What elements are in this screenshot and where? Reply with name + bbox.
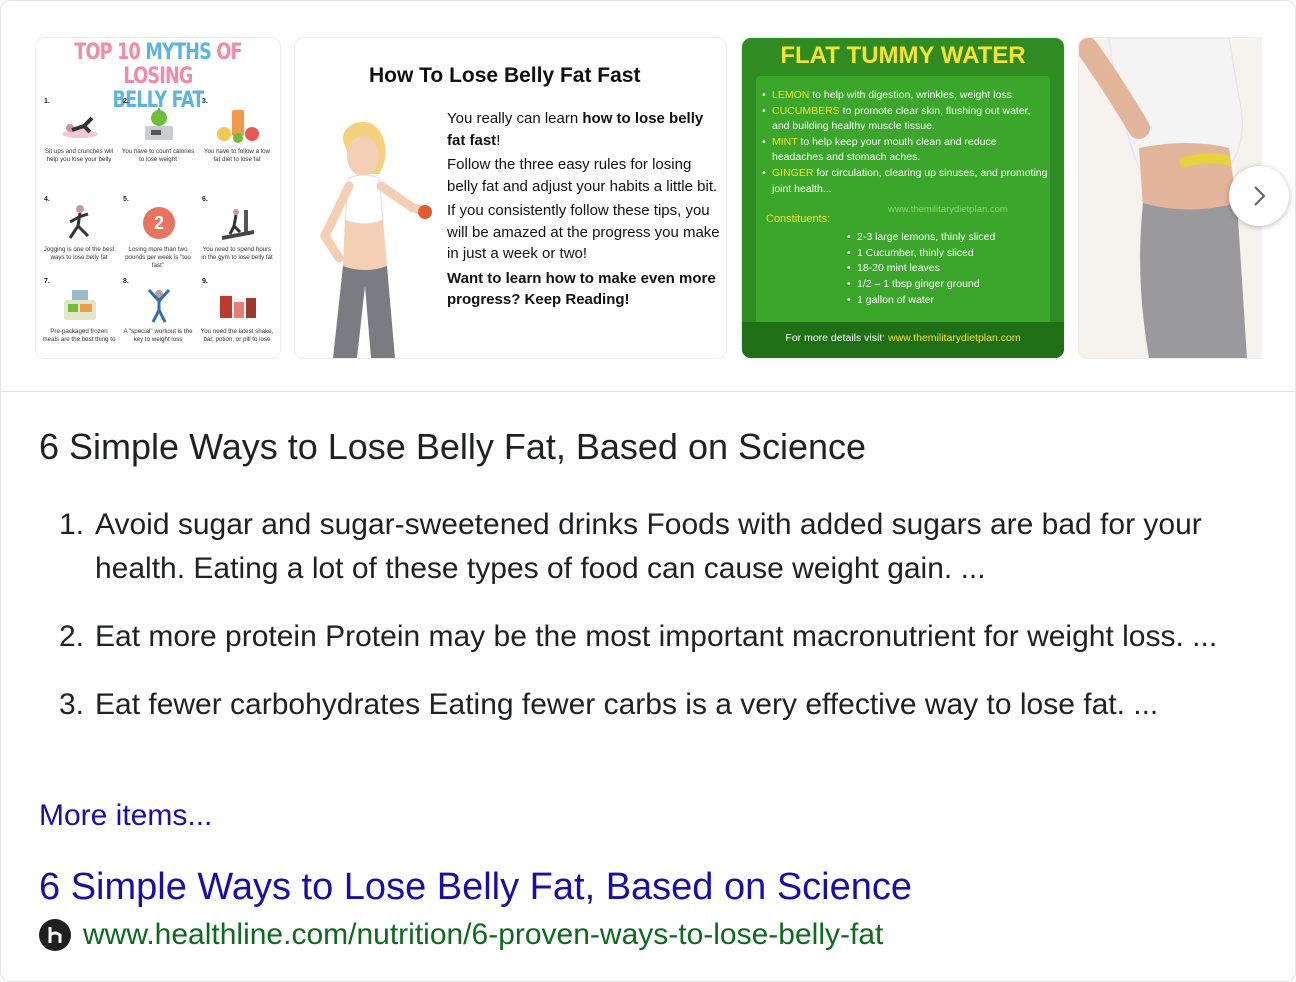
water-watermark: www.themilitarydietplan.com: [888, 204, 1008, 215]
snippet-heading: 6 Simple Ways to Lose Belly Fat, Based o…: [39, 426, 867, 467]
result-title-link[interactable]: 6 Simple Ways to Lose Belly Fat, Based o…: [39, 863, 912, 911]
water-footer: For more details visit: www.themilitaryd…: [742, 322, 1064, 358]
list-item: 1 gallon of water: [845, 293, 995, 309]
image-thumb-myths[interactable]: TOP 10 MYTHS OF LOSING BELLY FAT 1. Sit …: [35, 37, 281, 359]
featured-snippet-card: TOP 10 MYTHS OF LOSING BELLY FAT 1. Sit …: [0, 0, 1296, 982]
list-item: GINGER for circulation, clearing up sinu…: [760, 166, 1050, 197]
list-item: CUCUMBERS to promote clear skin, flushin…: [760, 104, 1050, 135]
ingredients-list: 2-3 large lemons, thinly sliced 1 Cucumb…: [845, 230, 995, 309]
myth-cell: 3. You have to follow a low fat diet to …: [202, 98, 271, 163]
carousel-next-button[interactable]: [1229, 166, 1289, 226]
list-item: 2. Eat more protein Protein may be the mo…: [59, 620, 1218, 653]
constituents-label: Constituents:: [766, 213, 831, 225]
list-item: 1. Avoid sugar and sugar-sweetened drinks…: [59, 508, 1202, 585]
woman-illustration: [319, 121, 432, 358]
image-thumb-flat-tummy-water[interactable]: FLAT TUMMY WATER LEMON to help with dige…: [741, 37, 1065, 359]
svg-text:2: 2: [154, 213, 164, 233]
myth-cell: 2. You have to count calories to lose we…: [121, 98, 195, 163]
snippet-list: 1. Avoid sugar and sugar-sweetened drinks…: [59, 503, 1239, 751]
list-item: 18-20 mint leaves: [845, 261, 995, 277]
list-item: 3. Eat fewer carbohydrates Eating fewer c…: [59, 688, 1159, 721]
list-item: 1/2 – 1 tbsp ginger ground: [845, 277, 995, 293]
myth-cell: 9. You need the latest shake, bar, potio…: [200, 278, 274, 343]
myth-cell: 5. 2 Losing more than two pounds per wee…: [123, 196, 191, 269]
myth-cell: 1. Sit ups and crunches will help you lo…: [44, 98, 114, 163]
divider: [1, 391, 1295, 392]
belly-body: You really can learn how to lose belly f…: [447, 110, 720, 308]
myth-cell: 4. Jogging is one of the best ways to lo…: [43, 196, 115, 261]
image-thumb-belly-fat[interactable]: How To Lose Belly Fat Fast You really ca…: [294, 37, 727, 359]
more-items-link[interactable]: More items...: [39, 796, 212, 836]
myth-cell: 7. Pre-packaged frozen meals are the bes…: [42, 278, 116, 343]
list-item: 1 Cucumber, thinly sliced: [845, 246, 995, 262]
chevron-right-icon: [1254, 186, 1266, 206]
belly-title: How To Lose Belly Fat Fast: [369, 64, 641, 87]
myth-cell: 6. You need to spend hours in the gym to…: [201, 196, 273, 261]
water-benefits-list: LEMON to help with digestion, wrinkles, …: [760, 88, 1050, 197]
healthline-h-icon: [39, 919, 71, 951]
result-url[interactable]: www.healthline.com/nutrition/6-proven-wa…: [83, 918, 883, 952]
list-item: 2-3 large lemons, thinly sliced: [845, 230, 995, 246]
myth-cell: 8. A "special" workout is the key to wei…: [123, 278, 193, 343]
result-source: www.healthline.com/nutrition/6-proven-wa…: [39, 915, 883, 955]
list-item: LEMON to help with digestion, wrinkles, …: [760, 88, 1050, 104]
list-item: MINT to help keep your mouth clean and r…: [760, 135, 1050, 166]
water-title: FLAT TUMMY WATER: [780, 42, 1026, 69]
